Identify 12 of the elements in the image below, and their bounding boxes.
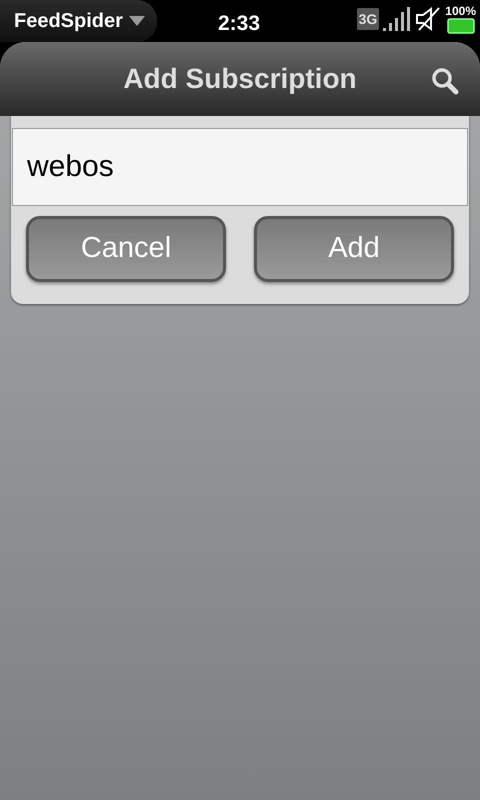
battery-percent: 100% (445, 4, 476, 18)
signal-icon (383, 6, 412, 32)
header-title: Add Subscription (123, 62, 357, 96)
dropdown-triangle-icon (128, 16, 145, 26)
search-button[interactable] (430, 66, 460, 96)
muted-speaker-icon (415, 6, 442, 32)
app-menu-button[interactable]: FeedSpider (0, 0, 157, 42)
search-icon (431, 67, 459, 95)
network-badge: 3G (356, 8, 380, 30)
input-field[interactable]: webos (12, 128, 468, 206)
battery-icon (446, 18, 475, 34)
clock-time: 2:33 (218, 11, 260, 37)
